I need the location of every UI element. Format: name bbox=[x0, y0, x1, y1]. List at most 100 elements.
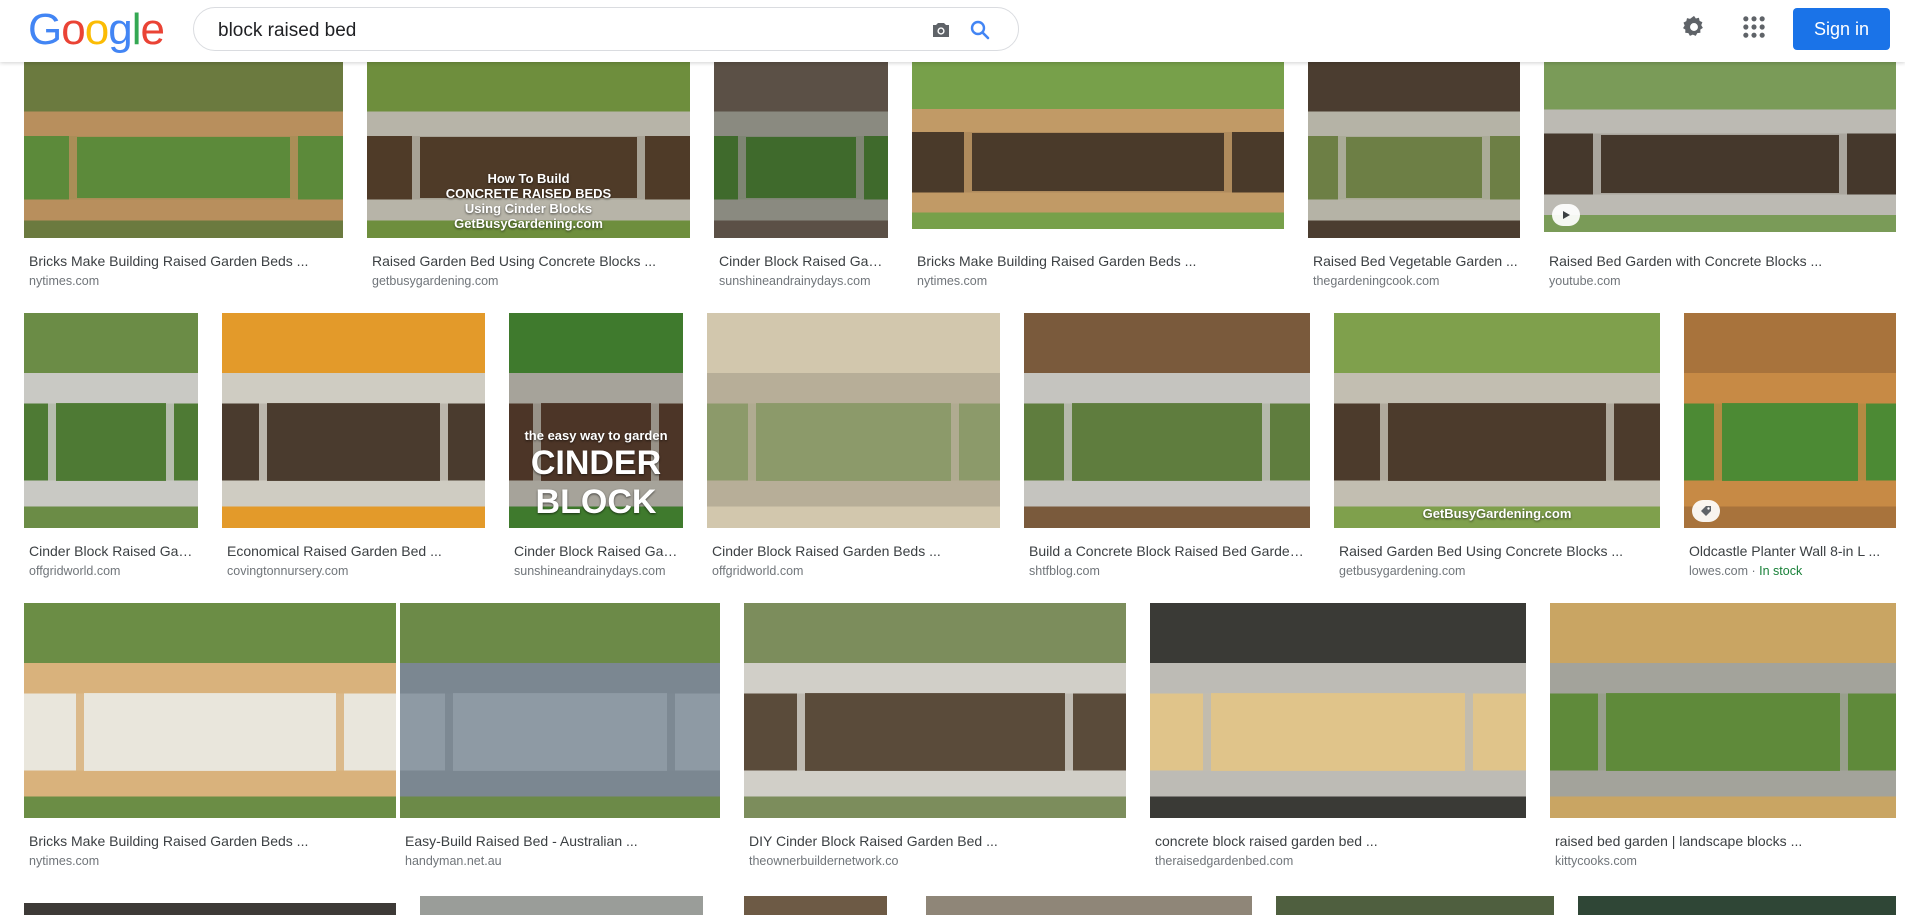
logo-letter: o bbox=[84, 5, 110, 54]
domain-text: getbusygardening.com bbox=[372, 274, 499, 288]
result-caption[interactable]: Bricks Make Building Raised Garden Beds … bbox=[29, 252, 342, 270]
result-caption[interactable]: Bricks Make Building Raised Garden Beds … bbox=[29, 832, 395, 850]
domain-text: thegardeningcook.com bbox=[1313, 274, 1440, 288]
result-domain[interactable]: theownerbuildernetwork.co bbox=[749, 853, 1125, 869]
result-domain[interactable]: theraisedgardenbed.com bbox=[1155, 853, 1525, 869]
image-result[interactable]: Bricks Make Building Raised Garden Beds … bbox=[24, 62, 343, 300]
result-domain[interactable]: getbusygardening.com bbox=[1339, 563, 1659, 579]
result-thumbnail[interactable]: the easy way to garden CINDER BLOCK bbox=[509, 313, 683, 528]
thumbnail-detail bbox=[1202, 684, 1474, 780]
camera-icon[interactable] bbox=[929, 18, 953, 42]
search-box[interactable] bbox=[193, 7, 1019, 51]
thumbnail-detail bbox=[738, 128, 864, 207]
result-thumbnail[interactable] bbox=[400, 603, 720, 818]
result-domain[interactable]: nytimes.com bbox=[29, 273, 342, 289]
result-thumbnail[interactable] bbox=[24, 603, 396, 818]
image-result[interactable]: Bricks Make Building Raised Garden Beds … bbox=[912, 62, 1284, 300]
result-thumbnail[interactable] bbox=[714, 62, 888, 238]
result-domain[interactable]: offgridworld.com bbox=[29, 563, 197, 579]
result-caption[interactable]: concrete block raised garden bed ... bbox=[1155, 832, 1525, 850]
apps-grid-icon[interactable] bbox=[1740, 13, 1768, 41]
result-thumbnail[interactable] bbox=[1024, 313, 1310, 528]
result-thumbnail-partial[interactable] bbox=[420, 896, 703, 915]
image-result[interactable]: Economical Raised Garden Bed ... covingto… bbox=[222, 313, 485, 590]
result-domain[interactable]: nytimes.com bbox=[29, 853, 395, 869]
shopping-tag-icon bbox=[1692, 500, 1720, 522]
result-domain[interactable]: sunshineandrainydays.com bbox=[514, 563, 682, 579]
result-thumbnail[interactable] bbox=[1544, 62, 1896, 232]
stock-status: In stock bbox=[1759, 564, 1803, 578]
image-result[interactable]: GetBusyGardening.com Raised Garden Bed Us… bbox=[1334, 313, 1660, 590]
image-result[interactable]: DIY Cinder Block Raised Garden Bed ... th… bbox=[744, 603, 1126, 880]
image-result[interactable]: Oldcastle Planter Wall 8-in L ... lowes.c… bbox=[1684, 313, 1896, 590]
result-thumbnail[interactable] bbox=[1308, 62, 1520, 238]
result-caption[interactable]: Easy-Build Raised Bed - Australian ... bbox=[405, 832, 719, 850]
result-caption[interactable]: Raised Bed Vegetable Garden ... bbox=[1313, 252, 1519, 270]
image-result[interactable]: Raised Bed Garden with Concrete Blocks .… bbox=[1544, 62, 1896, 300]
result-thumbnail[interactable] bbox=[1684, 313, 1896, 528]
result-thumbnail[interactable] bbox=[1150, 603, 1526, 818]
result-thumbnail[interactable] bbox=[1550, 603, 1896, 818]
image-result[interactable]: Build a Concrete Block Raised Bed Garden… bbox=[1024, 313, 1310, 590]
image-result[interactable]: the easy way to garden CINDER BLOCK Cinder … bbox=[509, 313, 683, 590]
image-result[interactable]: concrete block raised garden bed ... ther… bbox=[1150, 603, 1526, 880]
result-thumbnail[interactable]: GetBusyGardening.com bbox=[1334, 313, 1660, 528]
gear-icon[interactable] bbox=[1680, 13, 1708, 41]
logo-letter: G bbox=[28, 5, 62, 54]
result-caption[interactable]: Cinder Block Raised Garden Beds ... bbox=[719, 252, 887, 270]
domain-text: theownerbuildernetwork.co bbox=[749, 854, 899, 868]
result-domain[interactable]: youtube.com bbox=[1549, 273, 1895, 289]
result-domain[interactable]: lowes.com · In stock bbox=[1689, 563, 1895, 579]
result-domain[interactable]: handyman.net.au bbox=[405, 853, 719, 869]
thumbnail-detail bbox=[1713, 394, 1867, 490]
result-domain[interactable]: covingtonnursery.com bbox=[227, 563, 484, 579]
search-icon[interactable] bbox=[968, 18, 992, 42]
result-caption[interactable]: Economical Raised Garden Bed ... bbox=[227, 542, 484, 560]
result-domain[interactable]: thegardeningcook.com bbox=[1313, 273, 1519, 289]
result-thumbnail[interactable] bbox=[24, 62, 343, 238]
domain-text: handyman.net.au bbox=[405, 854, 502, 868]
result-caption[interactable]: DIY Cinder Block Raised Garden Bed ... bbox=[749, 832, 1125, 850]
result-thumbnail[interactable] bbox=[24, 313, 198, 528]
result-thumbnail-partial[interactable] bbox=[926, 896, 1252, 915]
image-result[interactable]: Raised Bed Vegetable Garden ... thegarden… bbox=[1308, 62, 1520, 300]
image-result[interactable]: Bricks Make Building Raised Garden Beds … bbox=[24, 603, 396, 880]
result-thumbnail-partial[interactable] bbox=[24, 903, 396, 915]
sign-in-button[interactable]: Sign in bbox=[1793, 8, 1890, 50]
result-caption[interactable]: Oldcastle Planter Wall 8-in L ... bbox=[1689, 542, 1895, 560]
image-result[interactable]: Cinder Block Raised Garden Beds ... offgr… bbox=[24, 313, 198, 590]
result-domain[interactable]: sunshineandrainydays.com bbox=[719, 273, 887, 289]
result-domain[interactable]: kittycooks.com bbox=[1555, 853, 1895, 869]
result-thumbnail[interactable] bbox=[912, 62, 1284, 229]
result-domain[interactable]: offgridworld.com bbox=[712, 563, 999, 579]
result-caption[interactable]: Build a Concrete Block Raised Bed Garden… bbox=[1029, 542, 1309, 560]
image-result[interactable]: Cinder Block Raised Garden Beds ... sunsh… bbox=[714, 62, 888, 300]
image-result[interactable]: Cinder Block Raised Garden Beds ... offgr… bbox=[707, 313, 1000, 590]
google-logo[interactable]: Google bbox=[28, 5, 165, 54]
result-domain[interactable]: nytimes.com bbox=[917, 273, 1283, 289]
result-thumbnail[interactable]: How To Build CONCRETE RAISED BEDS Using Ci… bbox=[367, 62, 690, 238]
result-domain[interactable]: getbusygardening.com bbox=[372, 273, 689, 289]
result-caption[interactable]: raised bed garden | landscape blocks ... bbox=[1555, 832, 1895, 850]
image-result[interactable]: Easy-Build Raised Bed - Australian ... ha… bbox=[400, 603, 720, 880]
result-thumbnail-partial[interactable] bbox=[1578, 896, 1896, 915]
header-bar: Google Sign in bbox=[0, 0, 1905, 62]
result-thumbnail-partial[interactable] bbox=[1276, 896, 1554, 915]
result-caption[interactable]: Bricks Make Building Raised Garden Beds … bbox=[917, 252, 1283, 270]
result-caption[interactable]: Cinder Block Raised Garden Beds ... bbox=[712, 542, 999, 560]
result-caption[interactable]: Cinder Block Raised Garden Beds ... bbox=[514, 542, 682, 560]
thumbnail-detail bbox=[964, 125, 1232, 199]
result-caption[interactable]: Raised Garden Bed Using Concrete Blocks … bbox=[372, 252, 689, 270]
result-thumbnail[interactable] bbox=[707, 313, 1000, 528]
result-caption[interactable]: Raised Bed Garden with Concrete Blocks .… bbox=[1549, 252, 1895, 270]
search-input[interactable] bbox=[216, 17, 900, 45]
result-caption[interactable]: Cinder Block Raised Garden Beds ... bbox=[29, 542, 197, 560]
result-thumbnail[interactable] bbox=[222, 313, 485, 528]
image-result[interactable]: raised bed garden | landscape blocks ...… bbox=[1550, 603, 1896, 880]
image-result[interactable]: How To Build CONCRETE RAISED BEDS Using Ci… bbox=[367, 62, 690, 300]
result-domain[interactable]: shtfblog.com bbox=[1029, 563, 1309, 579]
result-thumbnail-partial[interactable] bbox=[744, 896, 887, 915]
result-caption[interactable]: Raised Garden Bed Using Concrete Blocks … bbox=[1339, 542, 1659, 560]
thumbnail-detail bbox=[68, 128, 299, 207]
result-thumbnail[interactable] bbox=[744, 603, 1126, 818]
